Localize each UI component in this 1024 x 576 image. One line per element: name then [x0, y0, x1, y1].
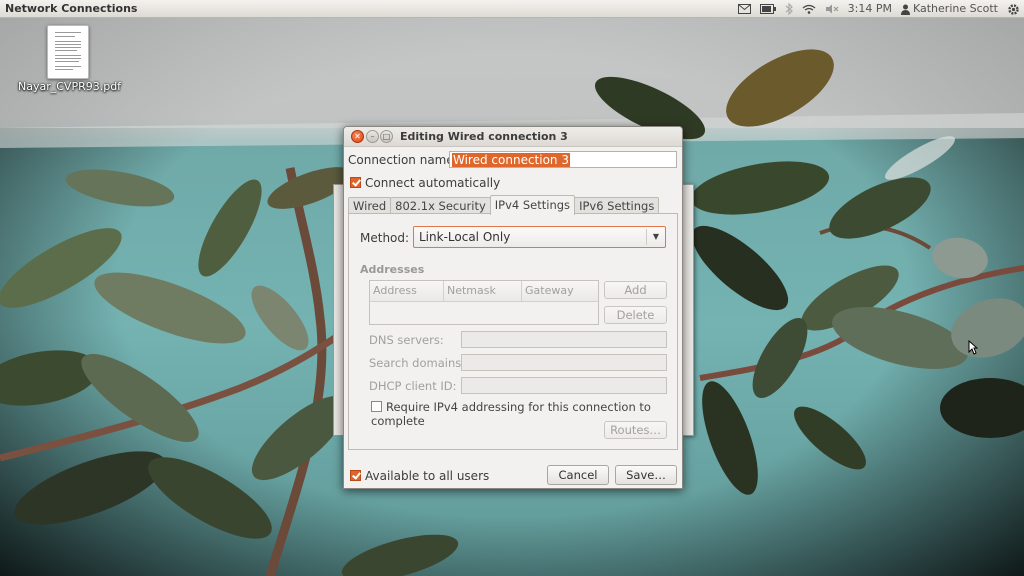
available-all-users-row[interactable]: Available to all users: [350, 469, 489, 483]
connection-name-input[interactable]: Wired connection 3: [449, 151, 677, 168]
dns-servers-input[interactable]: [461, 331, 667, 348]
minimize-window-button[interactable]: –: [366, 130, 379, 143]
user-icon: [900, 4, 910, 15]
save-button[interactable]: Save…: [615, 465, 677, 485]
connect-automatically-checkbox[interactable]: [350, 177, 361, 188]
search-domains-input[interactable]: [461, 354, 667, 371]
mouse-pointer-icon: [968, 339, 979, 358]
bluetooth-icon[interactable]: [785, 3, 793, 15]
tab-ipv4-settings[interactable]: IPv4 Settings: [489, 195, 576, 215]
method-value: Link-Local Only: [419, 230, 511, 244]
dialog-title: Editing Wired connection 3: [400, 130, 568, 143]
available-all-users-label: Available to all users: [365, 469, 490, 483]
available-all-users-checkbox[interactable]: [350, 470, 361, 481]
maximize-icon: □: [382, 132, 391, 141]
connect-automatically-row[interactable]: Connect automatically: [350, 176, 500, 190]
connection-name-label: Connection name:: [348, 153, 458, 167]
active-window-title: Network Connections: [5, 2, 138, 15]
settings-tabs: Wired 802.1x Security IPv4 Settings IPv6…: [348, 195, 660, 215]
battery-icon[interactable]: [759, 4, 776, 14]
delete-address-button[interactable]: Delete: [604, 306, 667, 324]
dhcp-client-id-input[interactable]: [461, 377, 667, 394]
pdf-document-icon: [47, 25, 89, 79]
column-gateway: Gateway: [525, 284, 574, 297]
addresses-table: Address Netmask Gateway: [369, 280, 599, 325]
gear-icon[interactable]: [1007, 3, 1020, 16]
minimize-icon: –: [370, 132, 375, 141]
method-dropdown[interactable]: Link-Local Only ▼: [413, 226, 666, 248]
connection-name-selected-text: Wired connection 3: [452, 153, 570, 167]
dhcp-client-id-label: DHCP client ID:: [369, 379, 457, 393]
edit-connection-dialog: ✕ – □ Editing Wired connection 3 Connect…: [343, 126, 683, 489]
volume-muted-icon[interactable]: [825, 4, 839, 14]
background-window-edge-right: [683, 184, 694, 436]
column-address: Address: [370, 281, 444, 301]
user-name: Katherine Scott: [912, 2, 998, 15]
wifi-icon[interactable]: [802, 4, 816, 14]
column-netmask: Netmask: [444, 281, 522, 301]
addresses-table-header: Address Netmask Gateway: [370, 281, 598, 302]
indicator-area: 3:14 PM Katherine Scott: [737, 0, 1020, 18]
user-menu[interactable]: Katherine Scott: [900, 0, 998, 18]
close-window-button[interactable]: ✕: [351, 130, 364, 143]
desktop-file-pdf[interactable]: Nayar_CVPR93.pdf: [18, 25, 122, 93]
dns-servers-label: DNS servers:: [369, 333, 444, 347]
search-domains-label: Search domains:: [369, 356, 466, 370]
addresses-heading: Addresses: [360, 263, 425, 276]
connect-automatically-label: Connect automatically: [365, 176, 501, 190]
ipv4-settings-pane: Method: Link-Local Only ▼ Addresses Addr…: [348, 213, 678, 450]
dialog-titlebar[interactable]: ✕ – □ Editing Wired connection 3: [344, 127, 682, 147]
mail-icon[interactable]: [737, 4, 751, 14]
cancel-button[interactable]: Cancel: [547, 465, 609, 485]
close-icon: ✕: [354, 132, 361, 141]
routes-button[interactable]: Routes…: [604, 421, 667, 439]
maximize-window-button[interactable]: □: [380, 130, 393, 143]
method-label: Method:: [360, 231, 410, 245]
add-address-button[interactable]: Add: [604, 281, 667, 299]
clock[interactable]: 3:14 PM: [848, 0, 892, 18]
dropdown-arrow-icon: ▼: [646, 229, 665, 245]
top-panel: Network Connections 3:14 PM Katherine Sc…: [0, 0, 1024, 18]
require-ipv4-checkbox[interactable]: [371, 401, 382, 412]
desktop-file-label: Nayar_CVPR93.pdf: [18, 80, 122, 93]
